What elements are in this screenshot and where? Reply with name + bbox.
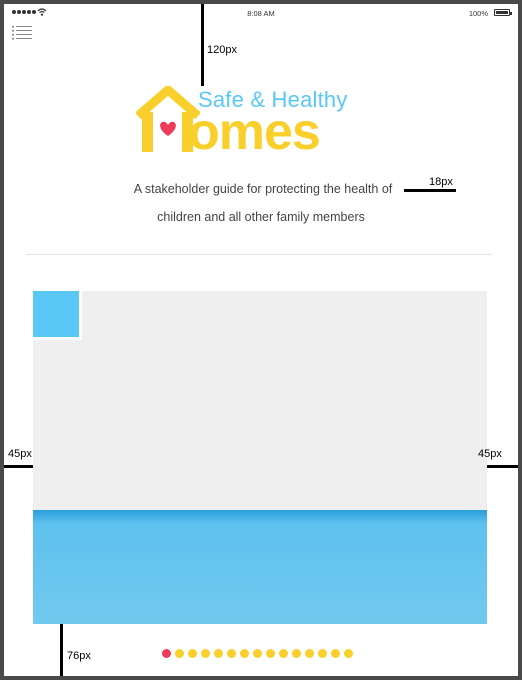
left-margin-label: 45px [8, 448, 32, 460]
subtitle-gap-line [404, 189, 456, 192]
pagination-dot[interactable] [279, 649, 288, 658]
pagination-dot[interactable] [201, 649, 210, 658]
app-logo: Safe & Healthy omes [136, 86, 386, 161]
top-margin-line [201, 4, 204, 86]
bottom-margin-label: 76px [67, 650, 91, 662]
hero-thumbnail[interactable] [33, 291, 82, 340]
hero-water [33, 510, 487, 624]
pagination-dots [162, 649, 353, 658]
pagination-dot[interactable] [253, 649, 262, 658]
pagination-dot[interactable] [266, 649, 275, 658]
left-margin-line [4, 465, 33, 468]
pagination-dot[interactable] [305, 649, 314, 658]
right-margin-label: 45px [478, 448, 502, 460]
battery-icon [494, 9, 512, 16]
list-menu-icon[interactable] [12, 26, 34, 40]
app-screen: 8:08 AM 100% Safe & Healthy omes A stake… [4, 4, 518, 676]
pagination-dot[interactable] [318, 649, 327, 658]
pagination-dot[interactable] [175, 649, 184, 658]
status-bar: 8:08 AM 100% [4, 4, 518, 22]
status-time: 8:08 AM [247, 9, 275, 18]
right-margin-line [487, 465, 518, 468]
pagination-dot[interactable] [292, 649, 301, 658]
top-margin-label: 120px [207, 44, 237, 56]
pagination-dot[interactable] [344, 649, 353, 658]
pagination-dot[interactable] [227, 649, 236, 658]
pagination-dot[interactable] [162, 649, 171, 658]
subtitle-line-2: children and all other family members [157, 210, 365, 224]
pagination-dot[interactable] [214, 649, 223, 658]
divider [26, 254, 492, 255]
hero-image [33, 291, 487, 624]
hero-sky [33, 291, 487, 510]
bottom-margin-line [60, 624, 63, 676]
pagination-dot[interactable] [331, 649, 340, 658]
pagination-dot[interactable] [240, 649, 249, 658]
pagination-dot[interactable] [188, 649, 197, 658]
battery-percentage: 100% [468, 9, 488, 18]
subtitle-gap-label: 18px [429, 176, 453, 188]
logo-word: omes [188, 103, 321, 161]
